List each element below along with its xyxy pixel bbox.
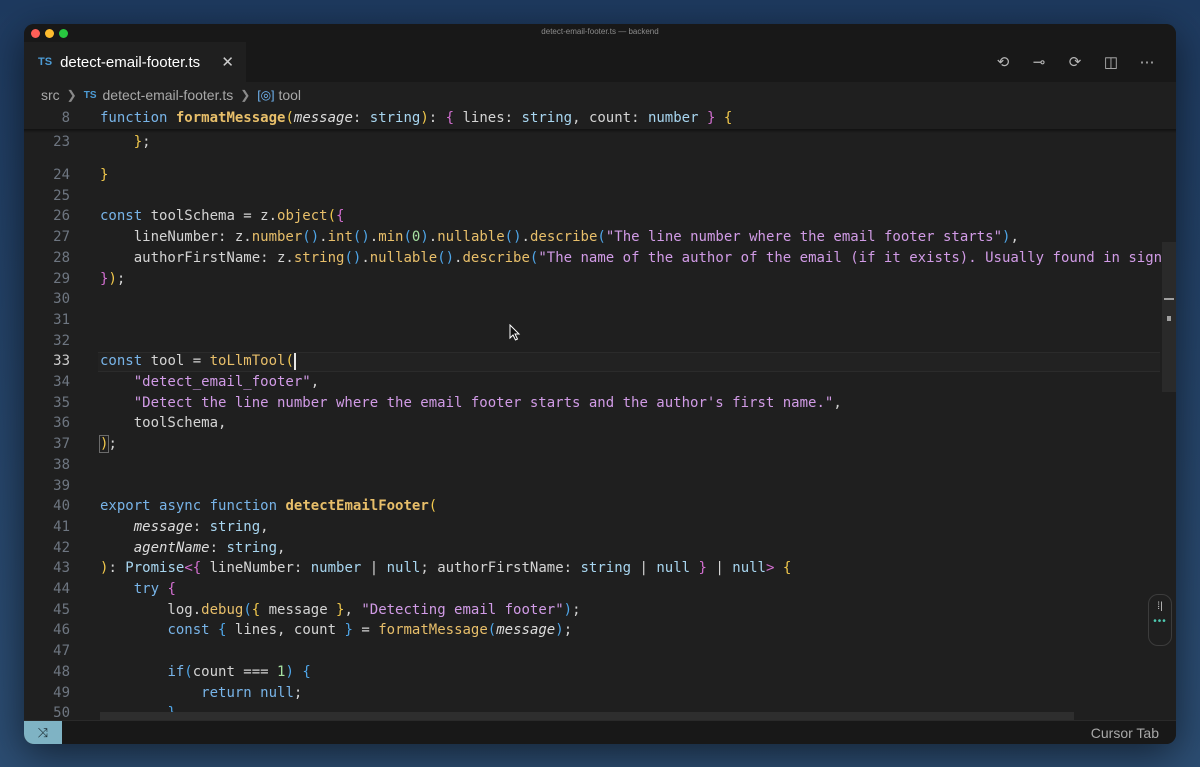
- line-number: 39: [53, 477, 70, 494]
- line-number: 8: [61, 110, 70, 126]
- scrollbar-marker: [1164, 298, 1174, 300]
- cursor-tab-status[interactable]: Cursor Tab: [1091, 725, 1159, 741]
- line-number: 34: [53, 374, 70, 390]
- line-number: 30: [53, 291, 70, 308]
- mouse-pointer-icon: [509, 324, 521, 341]
- code-editor[interactable]: 23 }; 8 function formatMessage(message: s…: [24, 108, 1176, 720]
- breadcrumb-symbol[interactable]: tool: [278, 87, 301, 103]
- editor-actions: ⟲ ⊸ ⟳ ◫ ⋯: [992, 53, 1158, 71]
- breadcrumb-file[interactable]: detect-email-footer.ts: [103, 87, 234, 103]
- code-line: const { lines, count } = formatMessage(m…: [167, 622, 573, 639]
- symbol-variable-icon: [◎]: [257, 88, 275, 102]
- code-line: "Detect the line number where the email …: [133, 394, 842, 411]
- line-number: 25: [53, 187, 70, 204]
- line-number: 29: [53, 270, 70, 287]
- line-number: 28: [53, 249, 70, 266]
- tab-detect-email-footer[interactable]: TS detect-email-footer.ts ✕: [24, 42, 246, 82]
- line-number-active: 33: [53, 353, 70, 370]
- code-line: const toolSchema = z.object({: [100, 208, 345, 225]
- code-line: return null;: [201, 684, 303, 701]
- code-line: log.debug({ message }, "Detecting email …: [100, 601, 581, 618]
- typescript-file-icon: TS: [38, 56, 53, 68]
- code-line: }: [100, 167, 109, 183]
- line-number: 40: [53, 498, 70, 515]
- scrollbar-marker: [1167, 316, 1171, 321]
- line-number: 44: [53, 581, 70, 597]
- line-number: 48: [53, 663, 70, 680]
- code-line: if(count === 1) {: [167, 663, 311, 680]
- chevron-right-icon: ❯: [66, 88, 77, 102]
- line-number: 24: [53, 167, 70, 183]
- typescript-file-icon: TS: [83, 89, 97, 101]
- chevron-right-icon: ❯: [240, 88, 251, 102]
- line-number: 43: [53, 560, 70, 577]
- sticky-shadow: [24, 128, 1176, 133]
- code-line: agentName: string,: [133, 539, 286, 556]
- split-editor-icon[interactable]: ◫: [1100, 53, 1122, 71]
- line-number: 27: [53, 229, 70, 246]
- code-line: };: [133, 134, 151, 151]
- status-bar: ⤨ Cursor Tab: [24, 720, 1176, 744]
- code-line: toolSchema,: [100, 415, 227, 432]
- code-line: try {: [133, 581, 176, 597]
- line-number: 42: [53, 539, 70, 556]
- line-number: 38: [53, 456, 70, 473]
- code-line: message: string,: [133, 518, 269, 535]
- line-number: 31: [53, 311, 70, 328]
- code-line: lineNumber: z.number().int().min(0).null…: [100, 229, 1019, 246]
- widget-label: ⁞|: [1157, 601, 1163, 612]
- text-cursor: [293, 352, 296, 370]
- line-number: 49: [53, 684, 70, 701]
- title-bar: detect-email-footer.ts — backend: [24, 24, 1176, 42]
- code-line: );: [98, 435, 117, 454]
- line-number: 23: [53, 134, 70, 151]
- widget-dots: •••: [1153, 616, 1167, 627]
- code-line: authorFirstName: z.string().nullable().d…: [100, 249, 1176, 266]
- sticky-scroll-header[interactable]: 8 function formatMessage(message: string)…: [24, 108, 1176, 133]
- breadcrumb-folder[interactable]: src: [41, 87, 60, 103]
- line-number: 46: [53, 622, 70, 639]
- editor-window: detect-email-footer.ts — backend TS dete…: [24, 24, 1176, 744]
- code-line: ): Promise<{ lineNumber: number | null; …: [100, 560, 792, 577]
- more-actions-icon[interactable]: ⋯: [1136, 53, 1158, 71]
- go-forward-icon[interactable]: ⟳: [1064, 53, 1086, 71]
- breadcrumb: src ❯ TS detect-email-footer.ts ❯ [◎] to…: [24, 82, 1176, 108]
- code-line: function formatMessage(message: string):…: [100, 110, 733, 126]
- line-number: 32: [53, 332, 70, 349]
- line-number: 41: [53, 518, 70, 535]
- tab-label: detect-email-footer.ts: [60, 53, 201, 71]
- code-line: });: [100, 270, 126, 287]
- line-number: 47: [53, 643, 70, 660]
- source-control-icon[interactable]: ⊸: [1028, 53, 1050, 71]
- line-number: 36: [53, 415, 70, 432]
- line-number: 26: [53, 208, 70, 225]
- code-line: export async function detectEmailFooter(: [100, 498, 438, 515]
- cursor-tab-widget[interactable]: ⁞| •••: [1148, 594, 1172, 646]
- code-line: const tool = toLlmTool(: [100, 352, 296, 370]
- code-line: "detect_email_footer",: [133, 374, 320, 390]
- line-number: 50: [53, 705, 70, 720]
- line-number: 35: [53, 394, 70, 411]
- go-back-icon[interactable]: ⟲: [992, 53, 1014, 71]
- remote-icon[interactable]: ⤨: [24, 721, 62, 744]
- line-number: 37: [53, 436, 70, 453]
- horizontal-scrollbar[interactable]: [100, 712, 1074, 720]
- line-number: 45: [53, 601, 70, 618]
- close-icon[interactable]: ✕: [221, 53, 234, 71]
- window-title: detect-email-footer.ts — backend: [541, 27, 659, 36]
- tab-bar: TS detect-email-footer.ts ✕ ⟲ ⊸ ⟳ ◫ ⋯: [24, 42, 1176, 82]
